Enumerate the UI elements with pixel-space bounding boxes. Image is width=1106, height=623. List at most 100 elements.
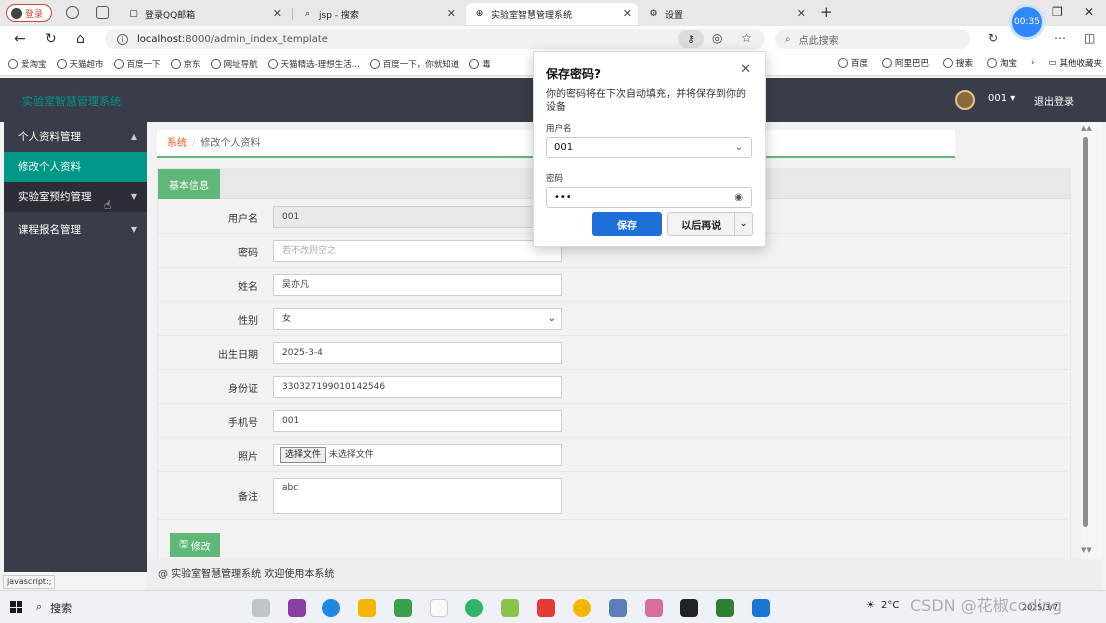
app-icon[interactable] [645, 599, 663, 617]
favorite-item[interactable]: 百度 [837, 57, 868, 69]
close-icon[interactable]: ✕ [273, 7, 282, 20]
edge-browser-icon[interactable] [322, 599, 340, 617]
windows-start-icon[interactable] [10, 601, 22, 613]
birthdate-field[interactable]: 2025-3-4 [273, 342, 562, 364]
sidebar-item-profile-management[interactable]: 个人资料管理 ▲ [4, 122, 147, 152]
name-field[interactable]: 吴亦凡 [273, 274, 562, 296]
favorite-item[interactable]: 天猫超市 [56, 58, 104, 70]
app-icon[interactable] [501, 599, 519, 617]
page-scrollbar[interactable]: ▲▲ ▼▼ [1081, 122, 1102, 559]
web-search-placeholder: 点此搜索 [798, 35, 839, 47]
tab-actions-icon[interactable] [96, 6, 109, 19]
close-window-icon[interactable]: ✕ [1084, 5, 1094, 19]
tab-qqmail[interactable]: ▢ 登录QQ邮箱 ✕ [120, 3, 288, 25]
favorite-item[interactable]: 爱淘宝 [8, 58, 47, 70]
favorite-label: 天猫超市 [69, 59, 104, 70]
url-input[interactable]: i localhost:8000/admin_index_template [105, 29, 765, 49]
sidebar-item-course-signup[interactable]: 课程报名管理 ▼ [4, 215, 147, 245]
app-icon[interactable] [609, 599, 627, 617]
note-textarea[interactable]: abc [273, 478, 562, 514]
favorite-item[interactable]: 天猫精选-理想生活... [267, 58, 360, 70]
phone-field[interactable]: 001 [273, 410, 562, 432]
wechat-icon[interactable] [465, 599, 483, 617]
taskbar-search-label: 搜索 [50, 602, 73, 615]
submit-edit-button[interactable]: 🖫 修改 [170, 533, 220, 557]
avatar[interactable] [955, 90, 975, 110]
gender-select[interactable]: 女 ⌄ [273, 308, 562, 330]
password-field[interactable]: 若不改则空之 [273, 240, 562, 262]
favorite-item[interactable]: 搜索 [943, 57, 973, 69]
pycharm-icon[interactable] [716, 599, 734, 617]
close-icon[interactable]: ✕ [623, 7, 632, 20]
favorite-item[interactable]: 百度一下，你就知道 [369, 58, 459, 70]
weather-icon[interactable]: ☀ [866, 600, 875, 611]
form-row-note: 备注 abc [158, 472, 1070, 520]
qq-icon[interactable] [680, 599, 698, 617]
favorite-item[interactable]: 百度一下 [113, 58, 161, 70]
chevron-down-icon[interactable]: ⌄ [734, 213, 752, 235]
username-field[interactable]: 001 [273, 206, 562, 228]
sidebar-item-edit-profile[interactable]: 修改个人资料 [4, 152, 147, 182]
app-icon[interactable] [537, 599, 555, 617]
close-icon[interactable]: ✕ [797, 7, 806, 20]
favorite-item[interactable]: 京东 [170, 58, 201, 70]
user-menu[interactable]: 001 ▾ [988, 93, 1015, 104]
task-view-icon[interactable] [252, 599, 270, 617]
close-icon[interactable]: ✕ [447, 7, 456, 20]
app-title[interactable]: 实验室智慧管理系统 [22, 93, 121, 109]
dialog-password-field[interactable]: ••• ◉ [546, 187, 752, 208]
close-icon[interactable]: ✕ [740, 62, 751, 77]
tab-lab-system[interactable]: ⊕ 实验室智慧管理系统 ✕ [466, 3, 638, 25]
profile-button[interactable]: 登录 [6, 4, 52, 22]
new-tab-icon[interactable]: + [820, 3, 833, 21]
more-icon[interactable]: ⋯ [1054, 31, 1066, 45]
chevron-right-icon[interactable]: › [1031, 58, 1034, 68]
not-now-button[interactable]: 以后再说 ⌄ [667, 212, 753, 236]
file-explorer-icon[interactable] [358, 599, 376, 617]
favorite-label: 搜索 [956, 59, 974, 69]
star-icon[interactable]: ☆ [741, 31, 752, 45]
other-favorites[interactable]: ▭ 其他收藏夹 [1048, 57, 1102, 69]
workspaces-icon[interactable] [66, 6, 79, 19]
key-icon[interactable]: ⚷ [678, 30, 704, 48]
favorite-item[interactable]: 毒 [469, 58, 491, 70]
choose-file-button[interactable]: 选择文件 [280, 447, 327, 463]
url-host: localhost [137, 33, 182, 45]
home-icon[interactable]: ⌂ [76, 31, 85, 47]
app-icon[interactable] [752, 599, 770, 617]
favorite-item[interactable]: 淘宝 [987, 57, 1017, 69]
logout-link[interactable]: 退出登录 [1034, 93, 1074, 108]
web-search-input[interactable]: ⌕ 点此搜索 [775, 29, 970, 49]
app-icon[interactable] [288, 599, 306, 617]
document-icon[interactable] [430, 599, 448, 617]
dialog-username-label: 用户名 [546, 124, 572, 134]
paw-icon [113, 58, 124, 69]
taskbar-search[interactable]: ⌕ 搜索 [36, 600, 72, 616]
back-icon[interactable]: ← [14, 31, 26, 47]
search-icon: ⌕ [304, 9, 311, 19]
dialog-username-select[interactable]: 001 ⌄ [546, 137, 752, 158]
sidebar-toggle-icon[interactable]: ◫ [1084, 31, 1095, 45]
weather-temp[interactable]: 2°C [881, 600, 899, 611]
scrollbar-thumb[interactable] [1083, 137, 1088, 527]
eye-icon[interactable]: ◉ [734, 188, 743, 207]
breadcrumb-root[interactable]: 系统 [167, 138, 187, 149]
scroll-down-icon[interactable]: ▼▼ [1081, 546, 1092, 554]
favorite-item[interactable]: 网址导航 [210, 58, 258, 70]
chrome-icon[interactable] [573, 599, 591, 617]
idcard-field[interactable]: 330327199010142546 [273, 376, 562, 398]
info-icon[interactable]: i [117, 33, 128, 45]
favorite-item[interactable]: 阿里巴巴 [882, 57, 929, 69]
hbuilder-icon[interactable] [394, 599, 412, 617]
tab-basic-info[interactable]: 基本信息 [158, 169, 220, 199]
tab-jsp-search[interactable]: ⌕ jsp - 搜索 ✕ [294, 3, 462, 25]
tab-settings[interactable]: ⚙ 设置 ✕ [640, 3, 812, 25]
save-password-button[interactable]: 保存 [592, 212, 662, 236]
scroll-up-icon[interactable]: ▲▲ [1081, 124, 1092, 132]
screen-recorder-timer[interactable]: 00:35 [1009, 4, 1045, 40]
refresh-icon[interactable]: ↻ [45, 31, 57, 47]
extension-icon[interactable]: ◎ [712, 31, 722, 45]
restore-window-icon[interactable]: ❐ [1052, 5, 1063, 19]
sidebar-item-lab-booking[interactable]: 实验室预约管理 ☝ ▼ [4, 182, 147, 212]
copilot-icon[interactable]: ↻ [988, 31, 998, 45]
